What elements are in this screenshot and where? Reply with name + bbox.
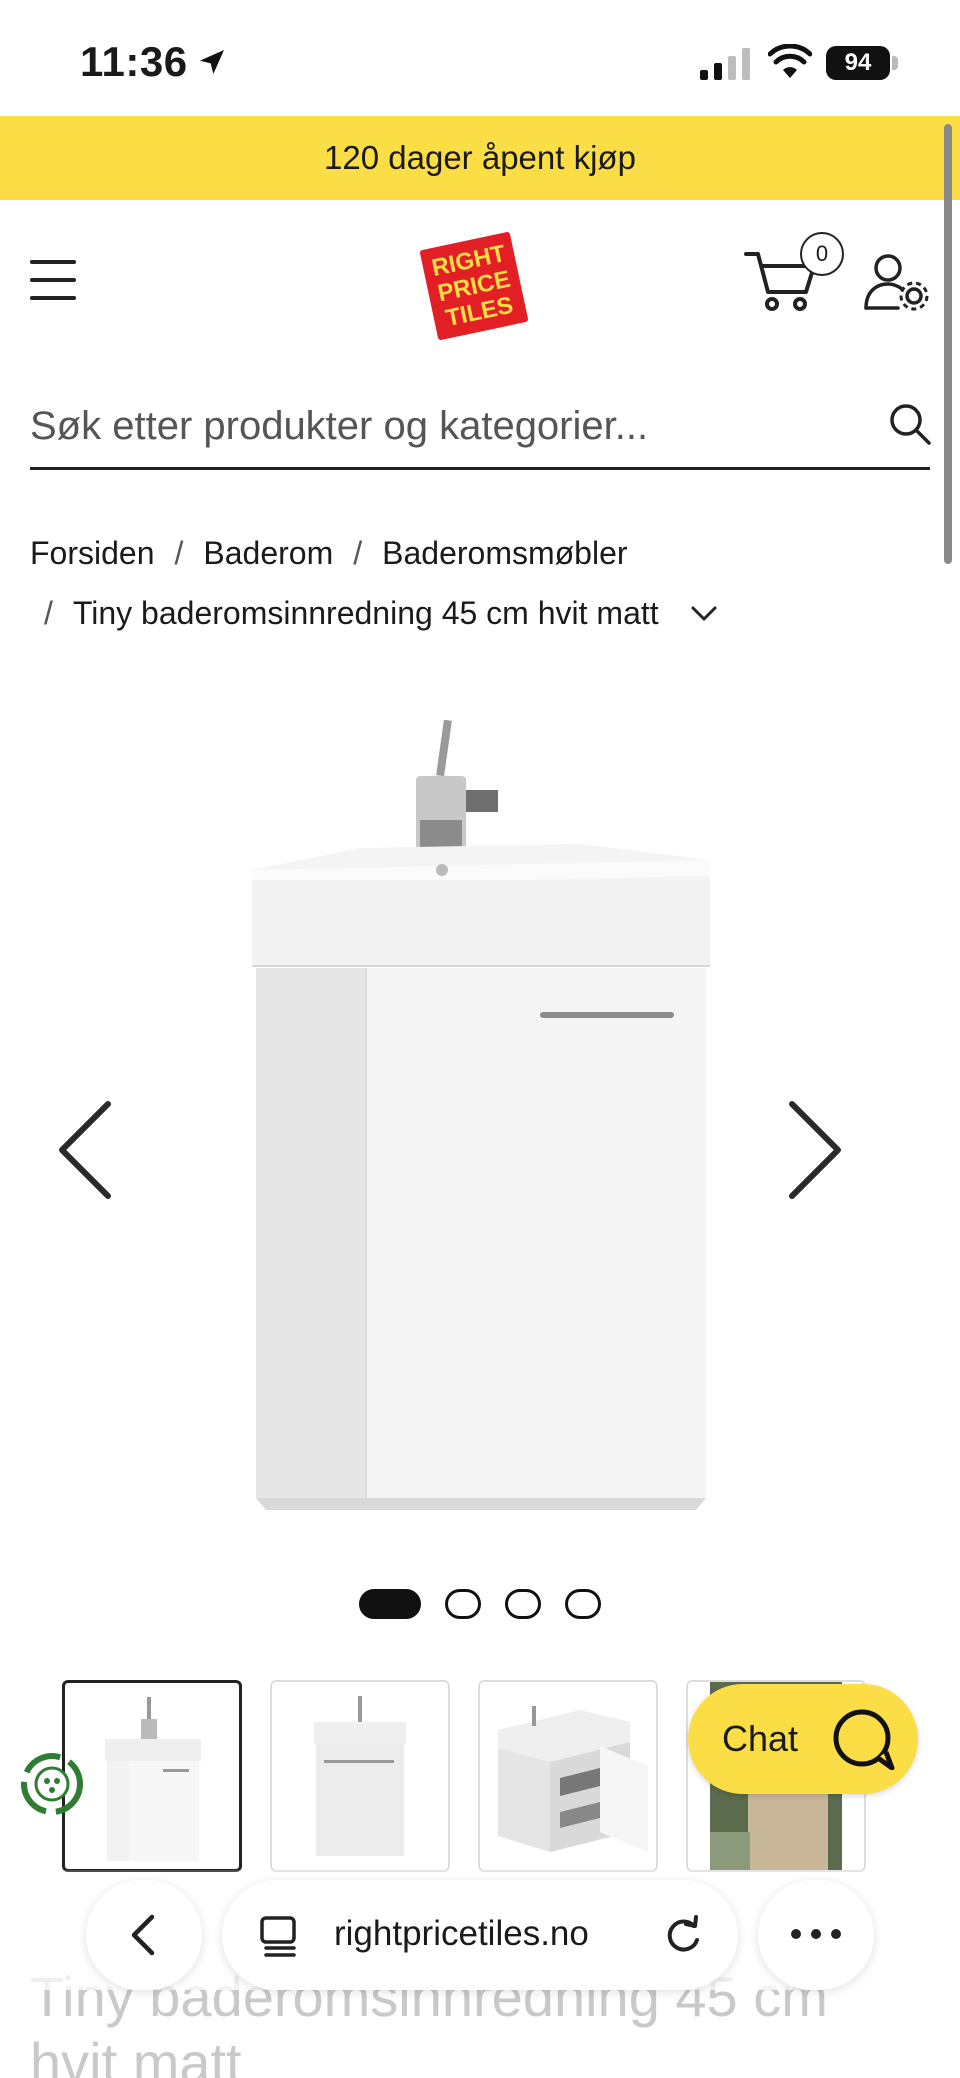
tab-overview-icon[interactable] (258, 1914, 300, 1958)
thumbnail-1[interactable] (62, 1680, 242, 1872)
site-header: RIGHT PRICE TILES 0 (0, 200, 960, 370)
wifi-icon (768, 44, 812, 78)
breadcrumb-link-home[interactable]: Forsiden (30, 535, 155, 572)
account-settings-icon[interactable] (864, 252, 930, 312)
browser-more-button[interactable] (758, 1880, 874, 1990)
gallery-prev-arrow[interactable] (56, 1100, 116, 1200)
promo-text: 120 dager åpent kjøp (324, 139, 636, 176)
right-price-tiles-logo[interactable]: RIGHT PRICE TILES (418, 230, 530, 342)
breadcrumb: Forsiden / Baderom / Baderomsmøbler / Ti… (30, 528, 930, 638)
search-icon[interactable] (888, 402, 932, 446)
reload-icon[interactable] (662, 1912, 704, 1958)
gallery-dot-1[interactable] (359, 1589, 421, 1619)
breadcrumb-separator: / (44, 594, 53, 631)
status-bar: 11:36 94 (0, 0, 960, 116)
product-gallery (0, 680, 960, 1560)
breadcrumb-separator: / (174, 534, 184, 571)
browser-back-button[interactable] (86, 1880, 202, 1990)
menu-icon-line (30, 296, 76, 300)
thumbnail-2-image (314, 1696, 406, 1856)
menu-icon (30, 260, 76, 264)
browser-address-bar[interactable]: rightpricetiles.no (222, 1880, 738, 1990)
status-time: 11:36 (80, 38, 188, 85)
gallery-dot-4[interactable] (565, 1589, 601, 1619)
battery-nub (892, 56, 898, 70)
breadcrumb-link-baderomsmobler[interactable]: Baderomsmøbler (382, 535, 627, 572)
product-image-vanity[interactable] (240, 720, 720, 1520)
gallery-next-arrow[interactable] (784, 1100, 844, 1200)
chat-label: Chat (722, 1718, 799, 1759)
browser-url[interactable]: rightpricetiles.no (334, 1914, 589, 1954)
gallery-dot-2[interactable] (445, 1589, 481, 1619)
cart-count-badge: 0 (800, 232, 844, 276)
more-dots-icon (791, 1929, 841, 1939)
chevron-down-icon[interactable] (687, 596, 721, 630)
thumbnail-3-image (498, 1706, 648, 1852)
chat-bubble-icon (833, 1709, 895, 1770)
gallery-dot-3[interactable] (505, 1589, 541, 1619)
thumbnail-3[interactable] (478, 1680, 658, 1872)
location-arrow-icon (200, 50, 224, 74)
promo-banner[interactable]: 120 dager åpent kjøp (0, 116, 960, 200)
search-bar (30, 386, 932, 470)
eco-badge-icon[interactable] (16, 1748, 88, 1820)
search-input[interactable] (30, 386, 850, 466)
breadcrumb-link-baderom[interactable]: Baderom (203, 535, 333, 572)
chevron-left-icon (131, 1914, 155, 1956)
menu-button[interactable] (30, 260, 76, 300)
cellular-signal-icon (700, 48, 750, 80)
menu-icon-line (30, 278, 76, 282)
gallery-pagination (0, 1588, 960, 1620)
battery-icon: 94 (826, 46, 890, 80)
chat-button[interactable]: Chat (688, 1684, 918, 1794)
breadcrumb-separator: / (353, 534, 363, 571)
thumbnail-1-image (105, 1697, 201, 1861)
breadcrumb-current: Tiny baderomsinnredning 45 cm hvit matt (72, 594, 659, 631)
thumbnail-2[interactable] (270, 1680, 450, 1872)
